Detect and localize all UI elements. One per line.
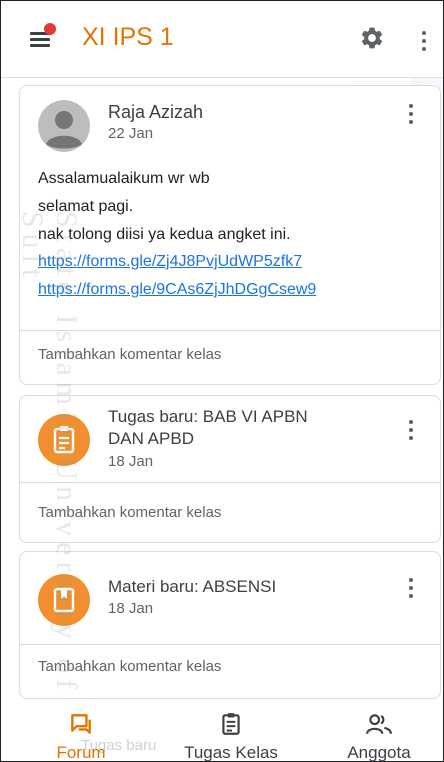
assignment-card: Tugas baru: BAB VI APBN DAN APBD 18 Jan … xyxy=(19,395,441,543)
add-comment-link[interactable]: Tambahkan komentar kelas xyxy=(38,346,221,363)
scrolled-content-peek: Tugas baru xyxy=(81,737,157,754)
nav-label: Tugas Kelas xyxy=(184,743,278,762)
forum-icon xyxy=(71,714,91,734)
announcement-card: Raja Azizah 22 Jan Assalamualaikum wr wb… xyxy=(19,85,441,385)
post-date: 18 Jan xyxy=(108,600,154,617)
bottom-navigation: Forum Tugas Kelas Anggota xyxy=(1,703,443,761)
assignment-title: Tugas baru: BAB VI APBN DAN APBD xyxy=(108,406,308,450)
app-bar: XI IPS 1 xyxy=(1,1,443,78)
gear-icon xyxy=(361,27,383,49)
post-date: 18 Jan xyxy=(108,453,154,470)
assignment-title-line: DAN APBD xyxy=(108,429,194,448)
settings-button[interactable] xyxy=(359,25,387,53)
post-text-line: nak tolong diisi ya kedua angket ini. xyxy=(38,226,291,243)
form-link-2[interactable]: https://forms.gle/9CAs6ZjJhDGgCsew9 xyxy=(38,281,316,299)
card-divider xyxy=(20,330,440,331)
nav-people[interactable]: Anggota xyxy=(327,709,431,761)
assignment-icon xyxy=(53,426,75,454)
material-badge[interactable] xyxy=(38,574,90,626)
material-icon xyxy=(53,587,75,613)
add-comment-link[interactable]: Tambahkan komentar kelas xyxy=(38,504,221,521)
post-date: 22 Jan xyxy=(108,125,154,142)
assignment-badge[interactable] xyxy=(38,414,90,466)
page-title: XI IPS 1 xyxy=(82,23,174,51)
people-icon xyxy=(366,714,392,734)
assignment-icon xyxy=(222,713,240,735)
overflow-menu-button[interactable] xyxy=(421,31,427,55)
menu-button[interactable] xyxy=(27,23,56,53)
assignment-title-line: Tugas baru: BAB VI APBN xyxy=(108,407,308,426)
card-divider xyxy=(20,482,440,483)
post-text-line: selamat pagi. xyxy=(38,198,134,215)
nav-classwork[interactable]: Tugas Kelas xyxy=(166,709,296,761)
post-menu-button[interactable] xyxy=(408,104,414,128)
user-avatar-icon xyxy=(38,100,90,152)
post-menu-button[interactable] xyxy=(408,578,414,602)
material-title: Materi baru: ABSENSI xyxy=(108,577,277,596)
material-card: Materi baru: ABSENSI 18 Jan Tambahkan ko… xyxy=(19,551,441,699)
notification-dot xyxy=(44,23,56,35)
avatar[interactable] xyxy=(38,100,90,152)
form-link-1[interactable]: https://forms.gle/Zj4J8PvjUdWP5zfk7 xyxy=(38,253,302,271)
post-author: Raja Azizah xyxy=(108,102,204,122)
post-menu-button[interactable] xyxy=(408,420,414,444)
post-text-line: Assalamualaikum wr wb xyxy=(38,170,210,187)
nav-label: Anggota xyxy=(347,743,411,762)
add-comment-link[interactable]: Tambahkan komentar kelas xyxy=(38,658,221,675)
card-divider xyxy=(20,644,440,645)
app-frame: UI State Islamic University of Sult XI I… xyxy=(0,0,444,762)
